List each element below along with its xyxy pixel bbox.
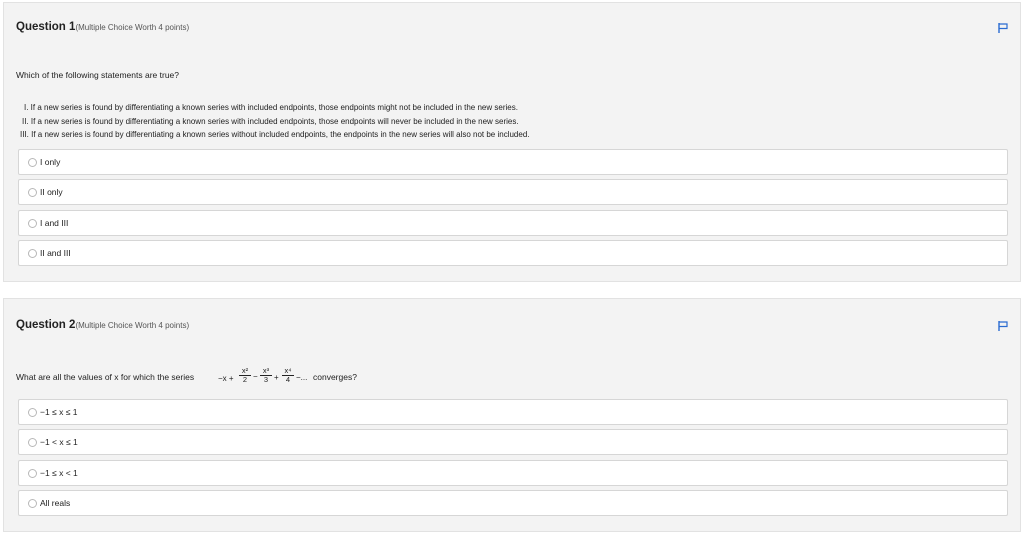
option-label: I and III <box>40 218 69 228</box>
option-label: −1 ≤ x ≤ 1 <box>40 407 78 417</box>
radio-button[interactable] <box>28 408 37 417</box>
radio-button[interactable] <box>28 438 37 447</box>
series-lead: −x + <box>218 374 234 383</box>
option-i-only[interactable]: I only <box>18 149 1008 175</box>
question-2-prompt-end: converges? <box>313 372 357 382</box>
question-2-title: Question 2 <box>16 319 76 331</box>
series-op-3: + <box>274 373 279 382</box>
term-2-denominator: 2 <box>242 375 248 384</box>
radio-button[interactable] <box>28 188 37 197</box>
option-ii-only[interactable]: II only <box>18 179 1008 205</box>
option-label: −1 < x ≤ 1 <box>40 437 78 447</box>
question-1-card: Question 1(Multiple Choice Worth 4 point… <box>3 2 1021 282</box>
option-label: II and III <box>40 248 71 258</box>
statement-2: II. If a new series is found by differen… <box>22 117 519 126</box>
statement-1: I. If a new series is found by different… <box>24 103 518 112</box>
flag-icon[interactable] <box>997 320 1009 332</box>
radio-button[interactable] <box>28 158 37 167</box>
series-tail: −... <box>296 373 308 382</box>
statement-3: III. If a new series is found by differe… <box>20 130 530 139</box>
question-1-title: Question 1 <box>16 21 76 33</box>
question-2-subtitle: (Multiple Choice Worth 4 points) <box>75 321 190 330</box>
radio-button[interactable] <box>28 249 37 258</box>
option-label: −1 ≤ x < 1 <box>40 468 78 478</box>
question-1-subtitle: (Multiple Choice Worth 4 points) <box>75 23 190 32</box>
option-ii-and-iii[interactable]: II and III <box>18 240 1008 266</box>
series-term-4: x⁴ 4 <box>282 367 294 384</box>
radio-button[interactable] <box>28 499 37 508</box>
option-all-reals[interactable]: All reals <box>18 490 1008 516</box>
option-i-and-iii[interactable]: I and III <box>18 210 1008 236</box>
option-label: All reals <box>40 498 71 508</box>
question-1-header: Question 1(Multiple Choice Worth 4 point… <box>16 21 189 33</box>
question-2-prompt: What are all the values of x for which t… <box>16 372 195 382</box>
option-label: I only <box>40 157 61 167</box>
series-op-2: − <box>253 372 258 381</box>
flag-icon[interactable] <box>997 22 1009 34</box>
term-3-denominator: 3 <box>263 375 269 384</box>
question-2-header: Question 2(Multiple Choice Worth 4 point… <box>16 319 189 331</box>
term-4-denominator: 4 <box>285 375 291 384</box>
question-1-prompt: Which of the following statements are tr… <box>16 70 179 80</box>
question-2-card: Question 2(Multiple Choice Worth 4 point… <box>3 298 1021 532</box>
option-half-open-left[interactable]: −1 < x ≤ 1 <box>18 429 1008 455</box>
radio-button[interactable] <box>28 469 37 478</box>
option-label: II only <box>40 187 63 197</box>
series-term-3: x³ 3 <box>260 367 272 384</box>
option-closed-interval[interactable]: −1 ≤ x ≤ 1 <box>18 399 1008 425</box>
radio-button[interactable] <box>28 219 37 228</box>
series-term-2: x² 2 <box>239 367 251 384</box>
option-half-open-right[interactable]: −1 ≤ x < 1 <box>18 460 1008 486</box>
